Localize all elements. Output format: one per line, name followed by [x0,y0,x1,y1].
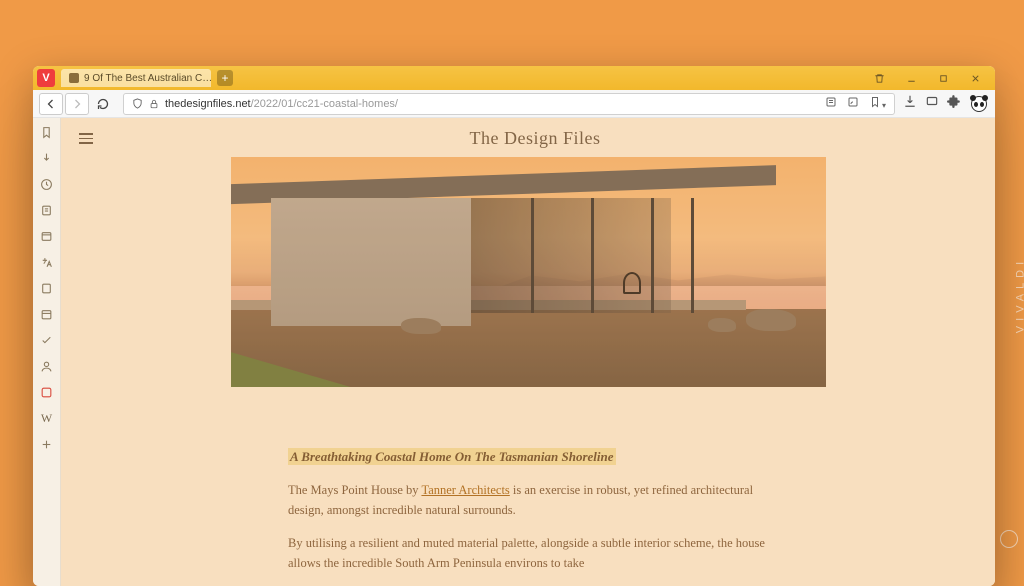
reader-mode-icon[interactable] [825,96,837,111]
shield-icon [132,98,143,109]
add-panel-icon[interactable] [39,436,55,452]
tanner-architects-link[interactable]: Tanner Architects [421,483,509,497]
site-title[interactable]: The Design Files [470,128,601,149]
downloads-icon[interactable] [903,94,917,113]
forward-button[interactable] [65,93,89,115]
extensions-icon[interactable] [947,94,961,113]
bookmark-ribbon-icon[interactable]: ▾ [869,96,886,111]
notes-panel-icon[interactable] [39,202,55,218]
translate-panel-icon[interactable] [39,254,55,270]
feed-icon[interactable] [847,96,859,111]
address-bar: thedesignfiles.net/2022/01/cc21-coastal-… [33,90,995,118]
vivaldi-logo-icon [1000,530,1018,548]
back-button[interactable] [39,93,63,115]
contacts-panel-icon[interactable] [39,358,55,374]
tab-title: 9 Of The Best Australian C… [84,73,211,84]
vivaldi-watermark: VIVALDI [1014,257,1024,333]
article-body: A Breathtaking Coastal Home On The Tasma… [288,447,768,586]
tab-favicon-icon [69,73,79,83]
new-tab-button[interactable]: + [217,70,233,86]
calendar-panel-icon[interactable] [39,306,55,322]
lock-icon [149,99,159,109]
history-panel-icon[interactable] [39,176,55,192]
vivaldi-panel-icon[interactable] [39,384,55,400]
hero-image [231,157,826,387]
maximize-button[interactable] [927,68,959,88]
url-field[interactable]: thedesignfiles.net/2022/01/cc21-coastal-… [123,93,895,115]
wikipedia-panel-icon[interactable]: W [39,410,55,426]
tasks-panel-icon[interactable] [39,332,55,348]
url-text: thedesignfiles.net/2022/01/cc21-coastal-… [165,98,398,110]
hamburger-menu-icon[interactable] [79,133,93,144]
close-button[interactable] [959,68,991,88]
article-heading: A Breathtaking Coastal Home On The Tasma… [288,448,616,465]
trash-tabs-button[interactable] [863,68,895,88]
capture-icon[interactable] [925,94,939,113]
window-controls [863,68,991,88]
tab-bar: V 9 Of The Best Australian C… + [33,66,995,90]
reading-list-panel-icon[interactable] [39,280,55,296]
page-content[interactable]: The Design Files A B [61,118,995,586]
bookmarks-panel-icon[interactable] [39,124,55,140]
vivaldi-menu-button[interactable]: V [37,69,55,87]
minimize-button[interactable] [895,68,927,88]
browser-window: V 9 Of The Best Australian C… + [33,66,995,586]
downloads-panel-icon[interactable] [39,150,55,166]
tab-active[interactable]: 9 Of The Best Australian C… [61,69,211,87]
reload-button[interactable] [91,93,115,115]
window-panel-icon[interactable] [39,228,55,244]
panda-extension-icon[interactable] [969,94,989,114]
toolbar-right [903,94,989,114]
article-paragraph: By utilising a resilient and muted mater… [288,534,768,573]
article-paragraph: The Mays Point House by Tanner Architect… [288,481,768,520]
side-panel: W [33,118,61,586]
